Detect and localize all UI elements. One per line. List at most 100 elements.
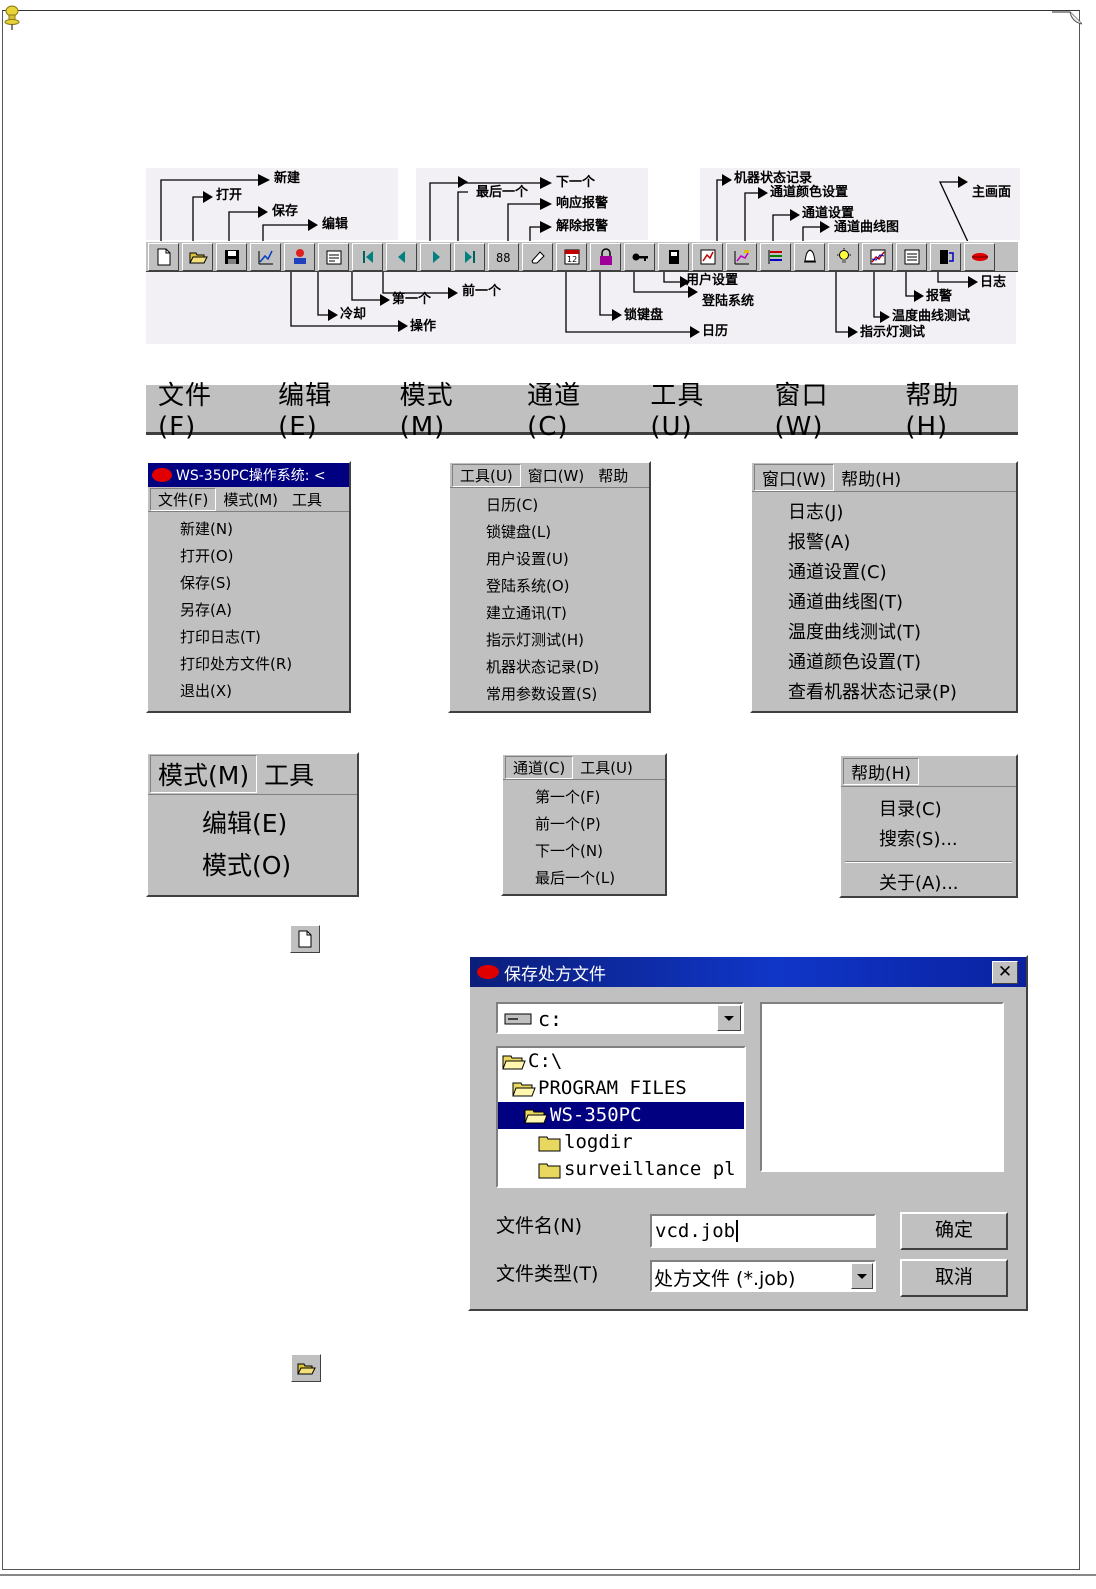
channel-setup-button[interactable] <box>760 242 791 271</box>
menu-item-contents[interactable]: 目录(C) <box>879 795 1016 825</box>
menu-item-channel-curve[interactable]: 通道曲线图(T) <box>788 588 1016 618</box>
ok-button[interactable]: 确定 <box>900 1212 1008 1250</box>
menu-tools[interactable]: 工具(U) <box>573 757 640 778</box>
folder-item[interactable]: PROGRAM FILES <box>498 1075 744 1102</box>
mode-menubar: 模式(M) 工具 <box>148 754 357 795</box>
menu-item-print-log[interactable]: 打印日志(T) <box>180 624 349 651</box>
dialog-title: 保存处方文件 <box>504 964 606 985</box>
open-button-example[interactable] <box>291 1354 321 1382</box>
menu-channel[interactable]: 通道(C) <box>527 375 622 442</box>
menu-item-temp-curve[interactable]: 温度曲线测试(T) <box>788 618 1016 648</box>
menu-mode[interactable]: 模式(M) <box>400 375 500 442</box>
main-toolbar: 88 12 <box>146 241 1018 272</box>
channel-color-button[interactable] <box>726 242 757 271</box>
menu-file[interactable]: 文件(F) <box>158 375 250 442</box>
open-button[interactable] <box>182 242 213 271</box>
menu-mode[interactable]: 模式(M) <box>150 755 258 793</box>
menu-tools[interactable]: 工具(U) <box>452 463 521 487</box>
user-setup-button[interactable] <box>658 242 689 271</box>
menu-item-channel-color[interactable]: 通道颜色设置(T) <box>788 648 1016 678</box>
alarm-ack-icon: 88 <box>496 251 510 265</box>
menu-item-params[interactable]: 常用参数设置(S) <box>486 681 649 708</box>
temp-curve-button[interactable] <box>862 242 893 271</box>
edit-button[interactable] <box>250 242 281 271</box>
menu-item-about[interactable]: 关于(A)... <box>879 869 1016 899</box>
calendar-button[interactable]: 12 <box>556 242 587 271</box>
menu-item-last[interactable]: 最后一个(L) <box>535 865 665 892</box>
login-button[interactable] <box>624 242 655 271</box>
cancel-button[interactable]: 取消 <box>900 1259 1008 1297</box>
menu-item-prev[interactable]: 前一个(P) <box>535 811 665 838</box>
menu-item-open[interactable]: 打开(O) <box>180 543 349 570</box>
log-button[interactable] <box>930 242 961 271</box>
menu-tools[interactable]: 工具 <box>285 489 329 510</box>
menu-window[interactable]: 窗口(W) <box>775 375 878 442</box>
folder-item[interactable]: logdir <box>498 1129 744 1156</box>
window-menu-window: 窗口(W) 帮助(H) 日志(J) 报警(A) 通道设置(C) 通道曲线图(T)… <box>750 461 1018 713</box>
close-button[interactable]: ✕ <box>992 961 1018 984</box>
menu-file[interactable]: 文件(F) <box>150 487 217 511</box>
menu-item-print-recipe[interactable]: 打印处方文件(R) <box>180 651 349 678</box>
menu-help[interactable]: 帮助 <box>591 465 635 486</box>
machine-log-button[interactable] <box>692 242 723 271</box>
menu-item-save[interactable]: 保存(S) <box>180 570 349 597</box>
menu-item-alarm[interactable]: 报警(A) <box>788 528 1016 558</box>
prev-button[interactable] <box>386 242 417 271</box>
drive-select[interactable]: c: <box>496 1002 744 1034</box>
menu-channel[interactable]: 通道(C) <box>505 755 574 779</box>
menu-item-log[interactable]: 日志(J) <box>788 498 1016 528</box>
last-button[interactable] <box>454 242 485 271</box>
filetype-select[interactable]: 处方文件 (*.job) <box>650 1260 876 1292</box>
folder-tree[interactable]: C:\ PROGRAM FILES WS-350PC logdir survei… <box>496 1046 746 1188</box>
dialog-titlebar: 保存处方文件 ✕ <box>470 957 1026 987</box>
menu-tools[interactable]: 工具 <box>257 756 321 792</box>
menu-item-machine-log[interactable]: 查看机器状态记录(P) <box>788 678 1016 708</box>
operate-button[interactable] <box>284 242 315 271</box>
menu-item-edit[interactable]: 编辑(E) <box>202 803 357 845</box>
menu-help[interactable]: 帮助(H) <box>905 375 1002 442</box>
menu-item-search[interactable]: 搜索(S)... <box>879 825 1016 855</box>
menu-item-keylock[interactable]: 锁键盘(L) <box>486 519 649 546</box>
menu-window[interactable]: 窗口(W) <box>521 465 592 486</box>
menu-mode[interactable]: 模式(M) <box>216 489 285 510</box>
alarm-button[interactable] <box>896 242 927 271</box>
new-button[interactable] <box>148 242 179 271</box>
menu-item-next[interactable]: 下一个(N) <box>535 838 665 865</box>
menu-item-exit[interactable]: 退出(X) <box>180 678 349 705</box>
window-menu-list: 日志(J) 报警(A) 通道设置(C) 通道曲线图(T) 温度曲线测试(T) 通… <box>752 492 1016 708</box>
menu-item-first[interactable]: 第一个(F) <box>535 784 665 811</box>
menu-tools[interactable]: 工具(U) <box>650 375 746 442</box>
first-button[interactable] <box>352 242 383 271</box>
folder-item[interactable]: C:\ <box>498 1048 744 1075</box>
next-button[interactable] <box>420 242 451 271</box>
menu-item-new[interactable]: 新建(N) <box>180 516 349 543</box>
filename-input[interactable]: vcd.job <box>650 1214 876 1248</box>
folder-item-selected[interactable]: WS-350PC <box>498 1102 744 1129</box>
filetype-dropdown-button[interactable] <box>851 1263 873 1289</box>
file-list[interactable] <box>760 1002 1004 1172</box>
menu-window[interactable]: 窗口(W) <box>754 463 835 491</box>
menu-help[interactable]: 帮助(H) <box>834 465 908 490</box>
keylock-button[interactable] <box>590 242 621 271</box>
clear-alarm-button[interactable] <box>522 242 553 271</box>
cool-button[interactable] <box>318 242 349 271</box>
menu-item-login[interactable]: 登陆系统(O) <box>486 573 649 600</box>
menu-item-machine-log[interactable]: 机器状态记录(D) <box>486 654 649 681</box>
menu-item-connect[interactable]: 建立通讯(T) <box>486 600 649 627</box>
folder-item[interactable]: surveillance pl <box>498 1156 744 1183</box>
drive-dropdown-button[interactable] <box>717 1005 741 1031</box>
menu-item-channel-setup[interactable]: 通道设置(C) <box>788 558 1016 588</box>
menu-item-user-setup[interactable]: 用户设置(U) <box>486 546 649 573</box>
channel-curve-button[interactable] <box>794 242 825 271</box>
menu-item-save-as[interactable]: 另存(A) <box>180 597 349 624</box>
menu-item-mode[interactable]: 模式(O) <box>202 845 357 887</box>
menu-help[interactable]: 帮助(H) <box>843 757 920 785</box>
main-button[interactable] <box>964 242 995 271</box>
ack-alarm-button[interactable]: 88 <box>488 242 519 271</box>
menu-item-lamp-test[interactable]: 指示灯测试(H) <box>486 627 649 654</box>
lamp-test-button[interactable] <box>828 242 859 271</box>
menu-edit[interactable]: 编辑(E) <box>278 375 372 442</box>
save-button[interactable] <box>216 242 247 271</box>
menu-item-calendar[interactable]: 日历(C) <box>486 492 649 519</box>
new-button-example[interactable] <box>290 925 320 953</box>
